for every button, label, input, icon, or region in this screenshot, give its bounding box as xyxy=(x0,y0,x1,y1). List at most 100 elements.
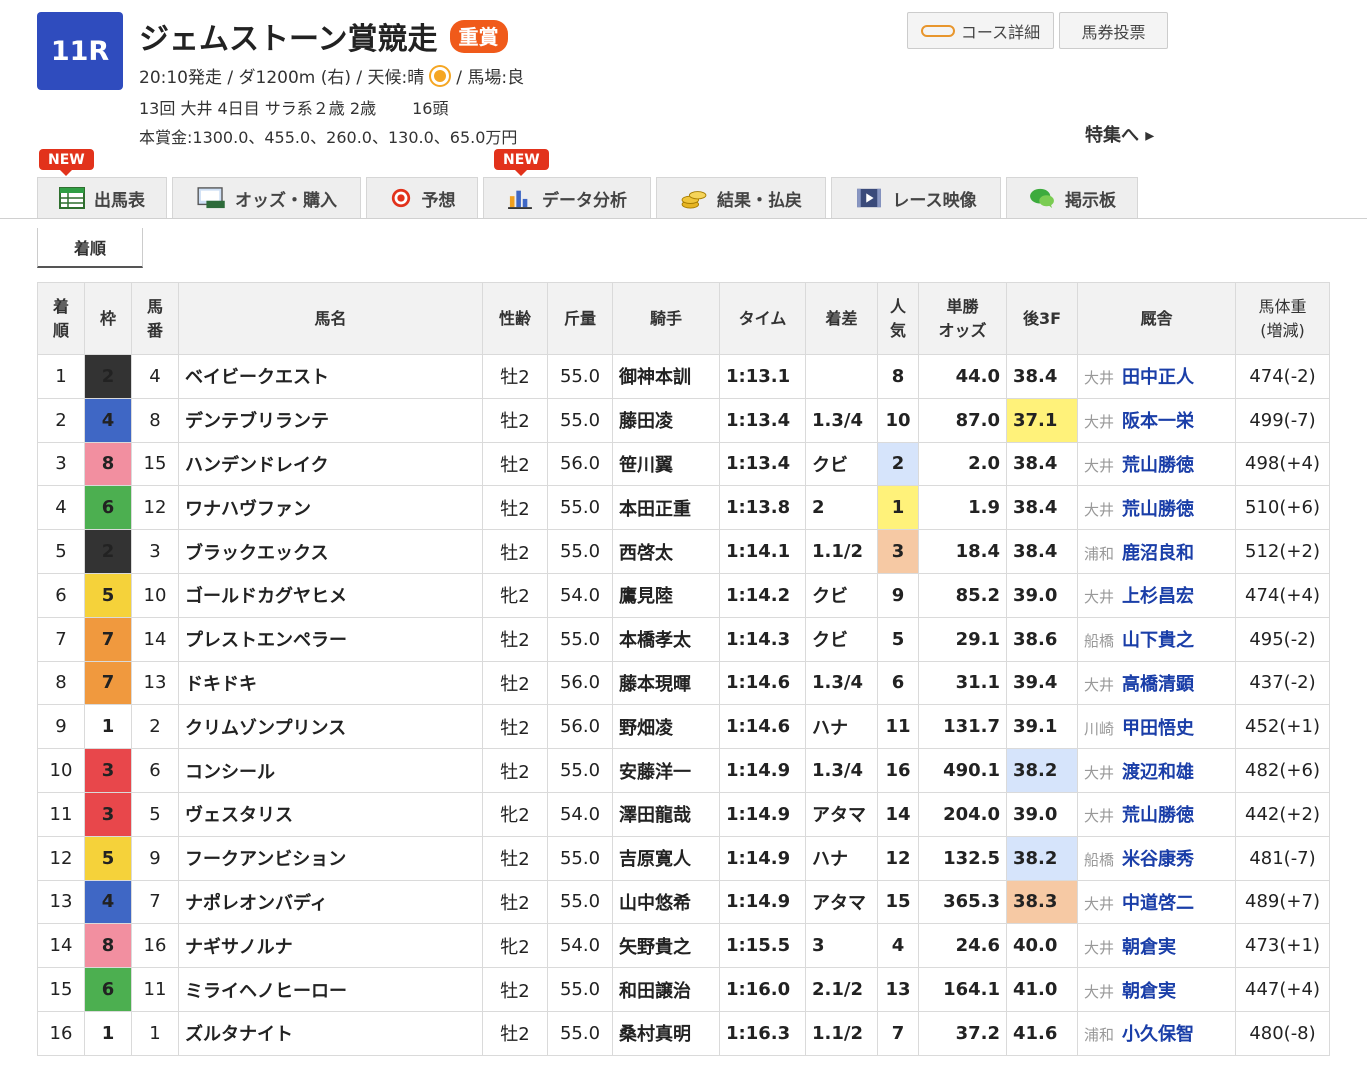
race-title: ジェムストーン賞競走 重賞 xyxy=(139,14,508,58)
subtab-finish-order[interactable]: 着順 xyxy=(37,228,143,268)
chat-bubble-icon xyxy=(1030,188,1054,209)
ipat-icon xyxy=(197,187,225,209)
trainer-link[interactable]: 上杉昌宏 xyxy=(1122,586,1194,607)
tab-entries[interactable]: NEW 出馬表 xyxy=(37,149,167,218)
umaban-cell: 15 xyxy=(131,441,179,487)
horse-name-link[interactable]: デンテブリランテ xyxy=(178,397,483,443)
results-table: 着 順 枠 馬 番 馬名 性齢 斤量 騎手 タイム 着差 人 気 単勝 オッズ … xyxy=(37,282,1330,1056)
jockey-link[interactable]: 藤田凌 xyxy=(612,397,720,443)
trainer-link[interactable]: 鹿沼良和 xyxy=(1122,543,1194,564)
rank-cell: 11 xyxy=(37,791,85,837)
trainer-link[interactable]: 朝倉実 xyxy=(1122,981,1176,1002)
horse-name-link[interactable]: コンシール xyxy=(178,748,483,793)
tab-data-analysis-label: データ分析 xyxy=(542,190,627,211)
margin-cell: 2 xyxy=(805,485,878,531)
tab-odds[interactable]: オッズ・購入 xyxy=(172,177,361,218)
trainer-link[interactable]: 小久保智 xyxy=(1122,1024,1194,1045)
jockey-link[interactable]: 山中悠希 xyxy=(612,879,720,925)
tab-prediction[interactable]: 予想 xyxy=(366,177,478,218)
stable-location: 大井 xyxy=(1084,938,1115,957)
umaban-cell: 14 xyxy=(131,616,179,662)
popularity-cell: 16 xyxy=(877,748,919,793)
time-cell: 1:16.0 xyxy=(719,967,806,1012)
jockey-link[interactable]: 安藤洋一 xyxy=(612,748,720,793)
odds-cell: 164.1 xyxy=(918,967,1007,1012)
jockey-link[interactable]: 西啓太 xyxy=(612,529,720,574)
horse-name-link[interactable]: クリムゾンプリンス xyxy=(178,704,483,750)
col-jockey: 騎手 xyxy=(612,282,720,355)
jockey-link[interactable]: 野畑凌 xyxy=(612,704,720,750)
stable-location: 大井 xyxy=(1084,588,1115,607)
horse-name-link[interactable]: ゴールドカグヤヒメ xyxy=(178,572,483,618)
jockey-link[interactable]: 鷹見陸 xyxy=(612,572,720,618)
trainer-link[interactable]: 田中正人 xyxy=(1122,367,1194,388)
last3f-cell: 38.4 xyxy=(1006,354,1078,399)
jockey-link[interactable]: 御神本訓 xyxy=(612,354,720,399)
umaban-cell: 13 xyxy=(131,660,179,706)
bet-button[interactable]: 馬券投票 xyxy=(1059,12,1168,49)
tab-odds-label: オッズ・購入 xyxy=(235,190,337,211)
trainer-link[interactable]: 甲田悟史 xyxy=(1122,718,1194,739)
trainer-link[interactable]: 渡辺和雄 xyxy=(1122,762,1194,783)
horse-name-link[interactable]: ヴェスタリス xyxy=(178,791,483,837)
horse-name-link[interactable]: ワナハヴファン xyxy=(178,485,483,531)
course-detail-button[interactable]: コース詳細 xyxy=(907,12,1054,49)
jockey-link[interactable]: 藤本現暉 xyxy=(612,660,720,706)
body-weight-cell: 480(-8) xyxy=(1235,1010,1330,1056)
jockey-link[interactable]: 和田譲治 xyxy=(612,967,720,1012)
trainer-link[interactable]: 高橋清顕 xyxy=(1122,674,1194,695)
margin-cell: 1.3/4 xyxy=(805,660,878,706)
horse-name-link[interactable]: フークアンビション xyxy=(178,835,483,881)
sex-age-cell: 牝2 xyxy=(482,923,548,969)
umaban-cell: 2 xyxy=(131,704,179,750)
horse-name-link[interactable]: ナギサノルナ xyxy=(178,923,483,969)
bet-label: 馬券投票 xyxy=(1081,22,1146,42)
jockey-link[interactable]: 澤田龍哉 xyxy=(612,791,720,837)
jockey-link[interactable]: 矢野貴之 xyxy=(612,923,720,969)
margin-cell: 1.3/4 xyxy=(805,748,878,793)
odds-cell: 29.1 xyxy=(918,616,1007,662)
margin-cell: 1.3/4 xyxy=(805,397,878,443)
trainer-link[interactable]: 荒山勝徳 xyxy=(1122,805,1194,826)
horse-name-link[interactable]: ドキドキ xyxy=(178,660,483,706)
rank-cell: 3 xyxy=(37,441,85,487)
trainer-link[interactable]: 朝倉実 xyxy=(1122,937,1176,958)
horse-name-link[interactable]: ズルタナイト xyxy=(178,1010,483,1056)
trainer-link[interactable]: 米谷康秀 xyxy=(1122,849,1194,870)
tab-race-video[interactable]: レース映像 xyxy=(831,177,1001,218)
course-detail-label: コース詳細 xyxy=(960,22,1041,42)
horse-name-link[interactable]: ハンデンドレイク xyxy=(178,441,483,487)
time-cell: 1:13.1 xyxy=(719,354,806,399)
body-weight-cell: 481(-7) xyxy=(1235,835,1330,881)
popularity-cell: 5 xyxy=(877,616,919,662)
weight-cell: 55.0 xyxy=(547,616,613,662)
tab-data-analysis[interactable]: NEW データ分析 xyxy=(483,149,651,218)
stable-cell: 川崎 甲田悟史 xyxy=(1077,704,1236,750)
jockey-link[interactable]: 本橋孝太 xyxy=(612,616,720,662)
tab-results[interactable]: 結果・払戻 xyxy=(656,177,826,218)
feature-link[interactable]: 特集へ ▸ xyxy=(1085,121,1154,147)
body-weight-cell: 473(+1) xyxy=(1235,923,1330,969)
jockey-link[interactable]: 本田正重 xyxy=(612,485,720,531)
time-cell: 1:14.9 xyxy=(719,879,806,925)
weight-cell: 55.0 xyxy=(547,748,613,793)
jockey-link[interactable]: 笹川翼 xyxy=(612,441,720,487)
trainer-link[interactable]: 荒山勝徳 xyxy=(1122,499,1194,520)
body-weight-cell: 452(+1) xyxy=(1235,704,1330,750)
tab-prediction-label: 予想 xyxy=(421,190,456,211)
table-icon xyxy=(59,187,85,209)
tab-board[interactable]: 掲示板 xyxy=(1006,177,1138,218)
horse-name-link[interactable]: ブラックエックス xyxy=(178,529,483,574)
trainer-link[interactable]: 阪本一栄 xyxy=(1122,411,1194,432)
jockey-link[interactable]: 桑村真明 xyxy=(612,1010,720,1056)
trainer-link[interactable]: 荒山勝徳 xyxy=(1122,455,1194,476)
jockey-link[interactable]: 吉原寛人 xyxy=(612,835,720,881)
horse-name-link[interactable]: ミライヘノヒーロー xyxy=(178,967,483,1012)
horse-name-link[interactable]: プレストエンペラー xyxy=(178,616,483,662)
horse-name-link[interactable]: ナポレオンバディ xyxy=(178,879,483,925)
trainer-link[interactable]: 中道啓二 xyxy=(1122,893,1194,914)
horse-name-link[interactable]: ベイビークエスト xyxy=(178,354,483,399)
popularity-cell: 4 xyxy=(877,923,919,969)
time-cell: 1:16.3 xyxy=(719,1010,806,1056)
trainer-link[interactable]: 山下貴之 xyxy=(1122,630,1194,651)
